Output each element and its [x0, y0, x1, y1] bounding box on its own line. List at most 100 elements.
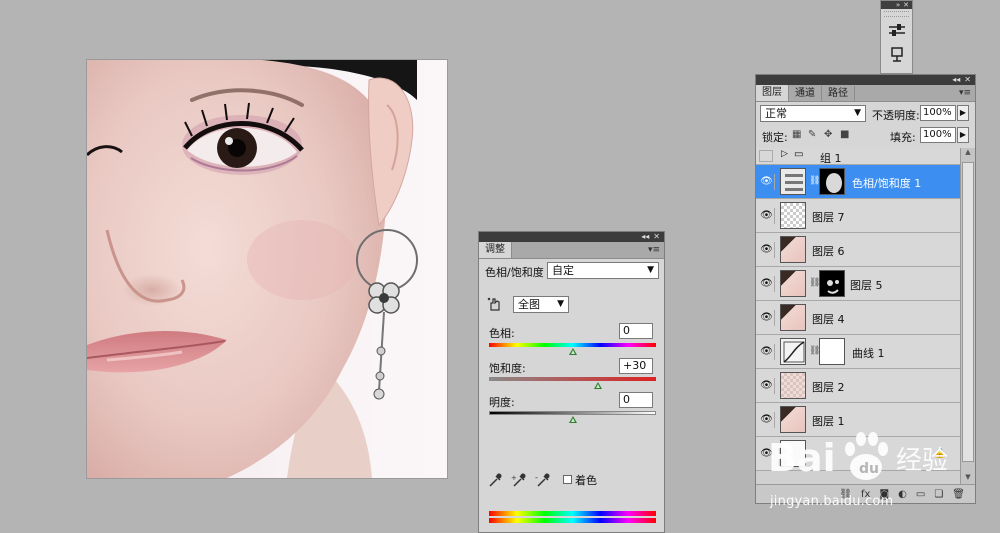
layer-name: 图层 2	[812, 381, 845, 394]
eyedropper-subtract-button[interactable]: -	[535, 472, 551, 488]
layer-name: 组 1	[820, 152, 842, 165]
saturation-slider-track[interactable]	[489, 377, 656, 381]
preset-dropdown[interactable]: 自定 ▼	[547, 262, 659, 279]
layer-row-5[interactable]: 👁 ⛓ 图层 5	[756, 267, 960, 301]
saturation-slider-thumb[interactable]	[593, 382, 602, 389]
scroll-up-icon[interactable]: ▲	[961, 148, 975, 160]
collapsed-panel-dock: » ✕	[880, 0, 913, 74]
mask-preview-icon	[826, 173, 842, 193]
lock-options-row: 锁定: ▦ ✎ ✥ ■ 填充: 100% ▶	[756, 124, 975, 146]
layer-row-2[interactable]: 👁 图层 2	[756, 369, 960, 403]
collapse-icon[interactable]: ◂◂	[641, 233, 649, 241]
scroll-thumb[interactable]	[962, 162, 974, 462]
collapse-icon[interactable]: ◂◂	[952, 76, 960, 84]
adjustment-type-label: 色相/饱和度	[485, 266, 544, 279]
hand-adjust-icon	[487, 297, 500, 311]
visibility-toggle-empty[interactable]	[759, 150, 773, 162]
eye-icon[interactable]: 👁	[759, 242, 775, 258]
eyedropper-add-button[interactable]: +	[511, 472, 527, 488]
layer-thumbnail	[780, 372, 806, 399]
fill-input[interactable]: 100%	[920, 127, 956, 143]
tab-paths[interactable]: 路径	[822, 86, 855, 101]
fill-slider-button[interactable]: ▶	[957, 127, 969, 143]
eye-icon[interactable]: 👁	[759, 310, 775, 326]
dock-titlebar[interactable]: » ✕	[881, 1, 912, 9]
chevron-down-icon: ▼	[557, 299, 564, 309]
opacity-input[interactable]: 100%	[920, 105, 956, 121]
watermark-cn-text: 经验	[896, 446, 948, 476]
channel-dropdown[interactable]: 全图 ▼	[513, 296, 569, 313]
tab-channels[interactable]: 通道	[789, 86, 822, 101]
preset-value: 自定	[552, 264, 574, 277]
layer-row-curves[interactable]: 👁 ⛓ 曲线 1	[756, 335, 960, 369]
panel-menu-icon[interactable]: ▾≡	[959, 88, 971, 98]
layer-name: 图层 4	[812, 313, 845, 326]
svg-text:+: +	[511, 474, 517, 482]
hue-sat-icon	[785, 174, 803, 191]
masks-panel-button[interactable]	[886, 43, 908, 65]
chevron-down-icon: ▼	[647, 265, 654, 275]
adjustment-thumbnail	[780, 168, 806, 195]
lightness-input[interactable]: 0	[619, 392, 653, 408]
paw-icon: du	[845, 432, 888, 480]
layers-titlebar[interactable]: ◂◂ ✕	[756, 75, 975, 85]
colorize-checkbox[interactable]	[563, 475, 572, 484]
close-icon[interactable]: ✕	[653, 233, 660, 241]
lock-paint-icon[interactable]: ✎	[808, 130, 818, 140]
layer-name: 图层 7	[812, 211, 845, 224]
lightness-label: 明度:	[489, 396, 515, 409]
lock-all-icon[interactable]: ■	[840, 130, 850, 140]
eye-icon[interactable]: 👁	[759, 344, 775, 360]
lightness-slider-track[interactable]	[489, 411, 656, 415]
expand-icon[interactable]: »	[896, 1, 900, 9]
layer-row-hue-saturation[interactable]: 👁 ⛓ 色相/饱和度 1	[756, 165, 960, 199]
eyedropper-button[interactable]	[487, 472, 503, 488]
fill-label: 填充:	[890, 131, 916, 144]
layer-row-group-1[interactable]: ▷ ▭ 组 1	[756, 148, 960, 165]
eye-icon[interactable]: 👁	[759, 208, 775, 224]
close-icon[interactable]: ✕	[903, 1, 909, 9]
opacity-slider-button[interactable]: ▶	[957, 105, 969, 121]
adjustments-tabs: 调整 ▾≡	[479, 242, 664, 259]
document-canvas[interactable]	[87, 60, 447, 478]
portrait-image	[87, 60, 418, 478]
saturation-label: 饱和度:	[489, 362, 526, 375]
panel-menu-icon[interactable]: ▾≡	[648, 245, 660, 255]
hue-input[interactable]: 0	[619, 323, 653, 339]
layer-name: 色相/饱和度 1	[852, 177, 922, 190]
mask-thumbnail	[819, 338, 845, 365]
mask-icon	[890, 47, 903, 62]
lightness-slider-thumb[interactable]	[568, 416, 577, 423]
eye-icon[interactable]: 👁	[759, 378, 775, 394]
layer-row-6[interactable]: 👁 图层 6	[756, 233, 960, 267]
eye-icon[interactable]: 👁	[759, 174, 775, 190]
layer-name: 曲线 1	[852, 347, 885, 360]
blend-mode-dropdown[interactable]: 正常 ▼	[760, 105, 866, 122]
source-spectrum-bar	[489, 511, 656, 516]
adjustments-panel-button[interactable]	[886, 19, 908, 41]
sliders-icon	[888, 24, 905, 36]
lock-label: 锁定:	[762, 131, 788, 144]
layer-row-4[interactable]: 👁 图层 4	[756, 301, 960, 335]
dock-grip[interactable]	[884, 11, 909, 17]
lock-position-icon[interactable]: ✥	[824, 130, 834, 140]
layer-thumbnail	[780, 202, 806, 229]
on-image-adjust-tool[interactable]	[487, 296, 503, 312]
close-icon[interactable]: ✕	[964, 76, 971, 84]
layer-thumbnail	[780, 270, 806, 297]
layer-row-7[interactable]: 👁 图层 7	[756, 199, 960, 233]
result-spectrum-bar	[489, 518, 656, 523]
adjustment-thumbnail	[780, 338, 806, 365]
adjustments-titlebar[interactable]: ◂◂ ✕	[479, 232, 664, 242]
layer-thumbnail	[780, 304, 806, 331]
lock-transparent-icon[interactable]: ▦	[792, 130, 802, 140]
svg-text:-: -	[535, 473, 538, 482]
disclosure-triangle-icon[interactable]: ▷	[781, 149, 788, 159]
blend-options-row: 正常 ▼ 不透明度: 100% ▶	[756, 102, 975, 124]
hue-slider-thumb[interactable]	[568, 348, 577, 355]
tab-layers[interactable]: 图层	[756, 85, 789, 101]
eye-icon[interactable]: 👁	[759, 276, 775, 292]
saturation-input[interactable]: +30	[619, 358, 653, 374]
hue-slider-track[interactable]	[489, 343, 656, 347]
tab-adjustments[interactable]: 调整	[479, 242, 512, 258]
